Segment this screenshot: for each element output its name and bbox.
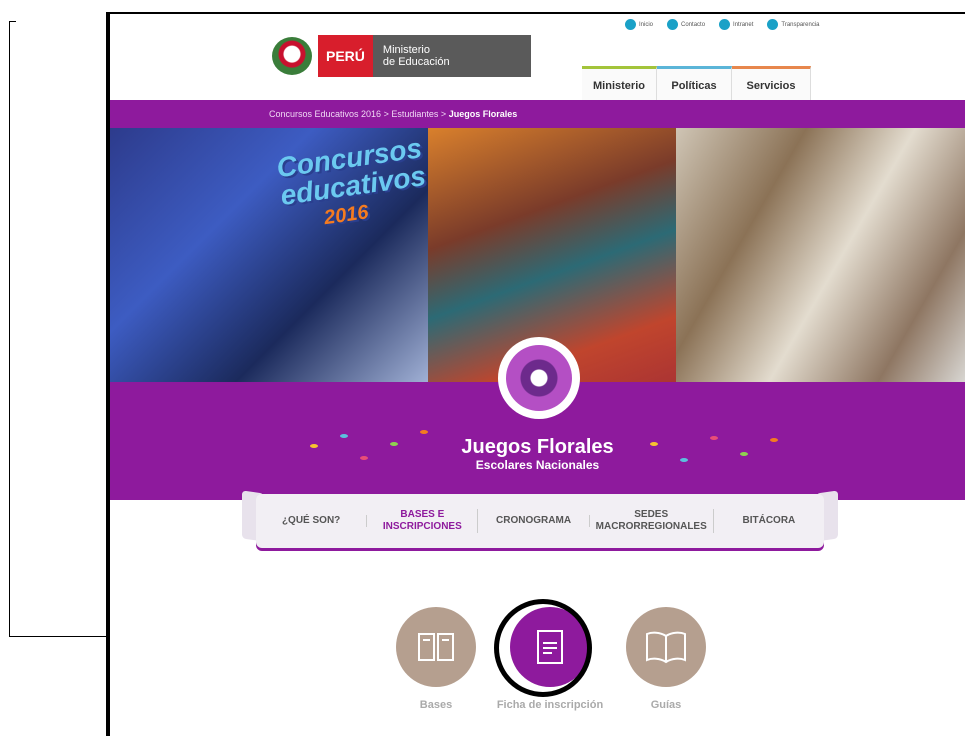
section-nav-sedes[interactable]: SEDES MACRORREGIONALES [590,509,714,533]
section-nav-bitacora[interactable]: BITÁCORA [714,515,824,527]
minedu-logo[interactable]: PERÚ Ministerio de Educación [272,35,531,77]
section-nav-ribbon: ¿QUÉ SON? BASES E INSCRIPCIONES CRONOGRA… [256,494,824,548]
top-link-label: Contacto [681,22,706,29]
top-link-label: Transparencia [781,22,820,29]
guias-label[interactable]: Guías [596,699,736,711]
breadcrumb-link-estudiantes[interactable]: Estudiantes [391,109,438,119]
top-links: Inicio Contacto Intranet Transparencia [625,19,820,30]
logo-ministry: Ministerio de Educación [372,35,531,77]
section-nav-que-son[interactable]: ¿QUÉ SON? [256,515,368,527]
top-link-transparencia[interactable]: Transparencia [767,19,820,30]
logo-ministry-line2: de Educación [382,56,450,68]
nav-tab-ministerio[interactable]: Ministerio [582,66,657,103]
logo-country: PERÚ [318,35,373,77]
hero-photo-robotics [676,128,965,382]
phone-icon [667,19,679,30]
breadcrumb-separator: > [440,109,447,119]
peru-shield-icon [272,37,312,75]
confetti-decoration [420,430,428,434]
book-icon [646,631,686,664]
top-link-intranet[interactable]: Intranet [719,19,753,30]
main-nav: Ministerio Políticas Servicios [582,66,811,103]
nav-tab-servicios[interactable]: Servicios [732,66,811,103]
top-link-inicio[interactable]: Inicio [625,19,653,30]
annotation-highlight-circle [494,599,592,697]
nav-tab-politicas[interactable]: Políticas [657,66,732,103]
search-icon [767,19,779,30]
book-open-icon [418,633,454,661]
section-nav-cronograma[interactable]: CRONOGRAMA [478,515,590,527]
browser-viewport: PERÚ Ministerio de Educación Inicio Cont… [106,12,965,736]
home-icon [625,19,636,30]
banner-title: Juegos Florales [461,436,614,458]
breadcrumb-link-concursos[interactable]: Concursos Educativos 2016 [269,109,381,119]
top-link-contacto[interactable]: Contacto [667,19,705,30]
breadcrumb-current: Juegos Florales [448,109,518,119]
guias-button[interactable] [626,607,706,687]
lock-icon [719,19,731,30]
annotation-line-top [9,21,16,22]
banner-subtitle: Escolares Nacionales [475,458,600,472]
breadcrumb: Concursos Educativos 2016 > Estudiantes … [110,100,965,128]
site-header: PERÚ Ministerio de Educación Inicio Cont… [110,14,965,103]
bases-button[interactable] [396,607,476,687]
section-nav-bases-inscripciones[interactable]: BASES E INSCRIPCIONES [367,509,479,533]
logo-ministry-line1: Ministerio [382,44,430,56]
top-link-label: Intranet [733,22,754,29]
breadcrumb-separator: > [383,109,389,119]
flower-emblem-icon [498,337,580,419]
annotation-line-vertical [9,21,10,637]
top-link-label: Inicio [639,22,654,29]
